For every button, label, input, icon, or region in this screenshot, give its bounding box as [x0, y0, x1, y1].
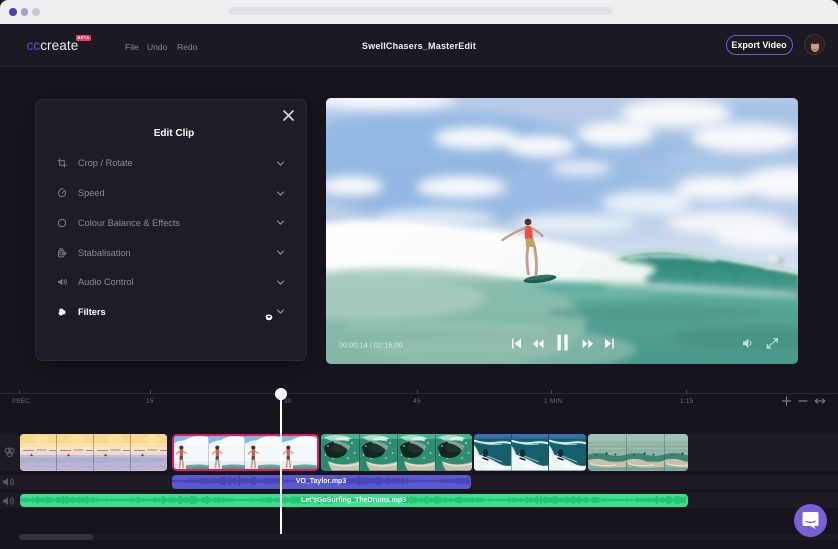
svg-text:00:00:14 / 02:15:00: 00:00:14 / 02:15:00 — [339, 341, 403, 350]
